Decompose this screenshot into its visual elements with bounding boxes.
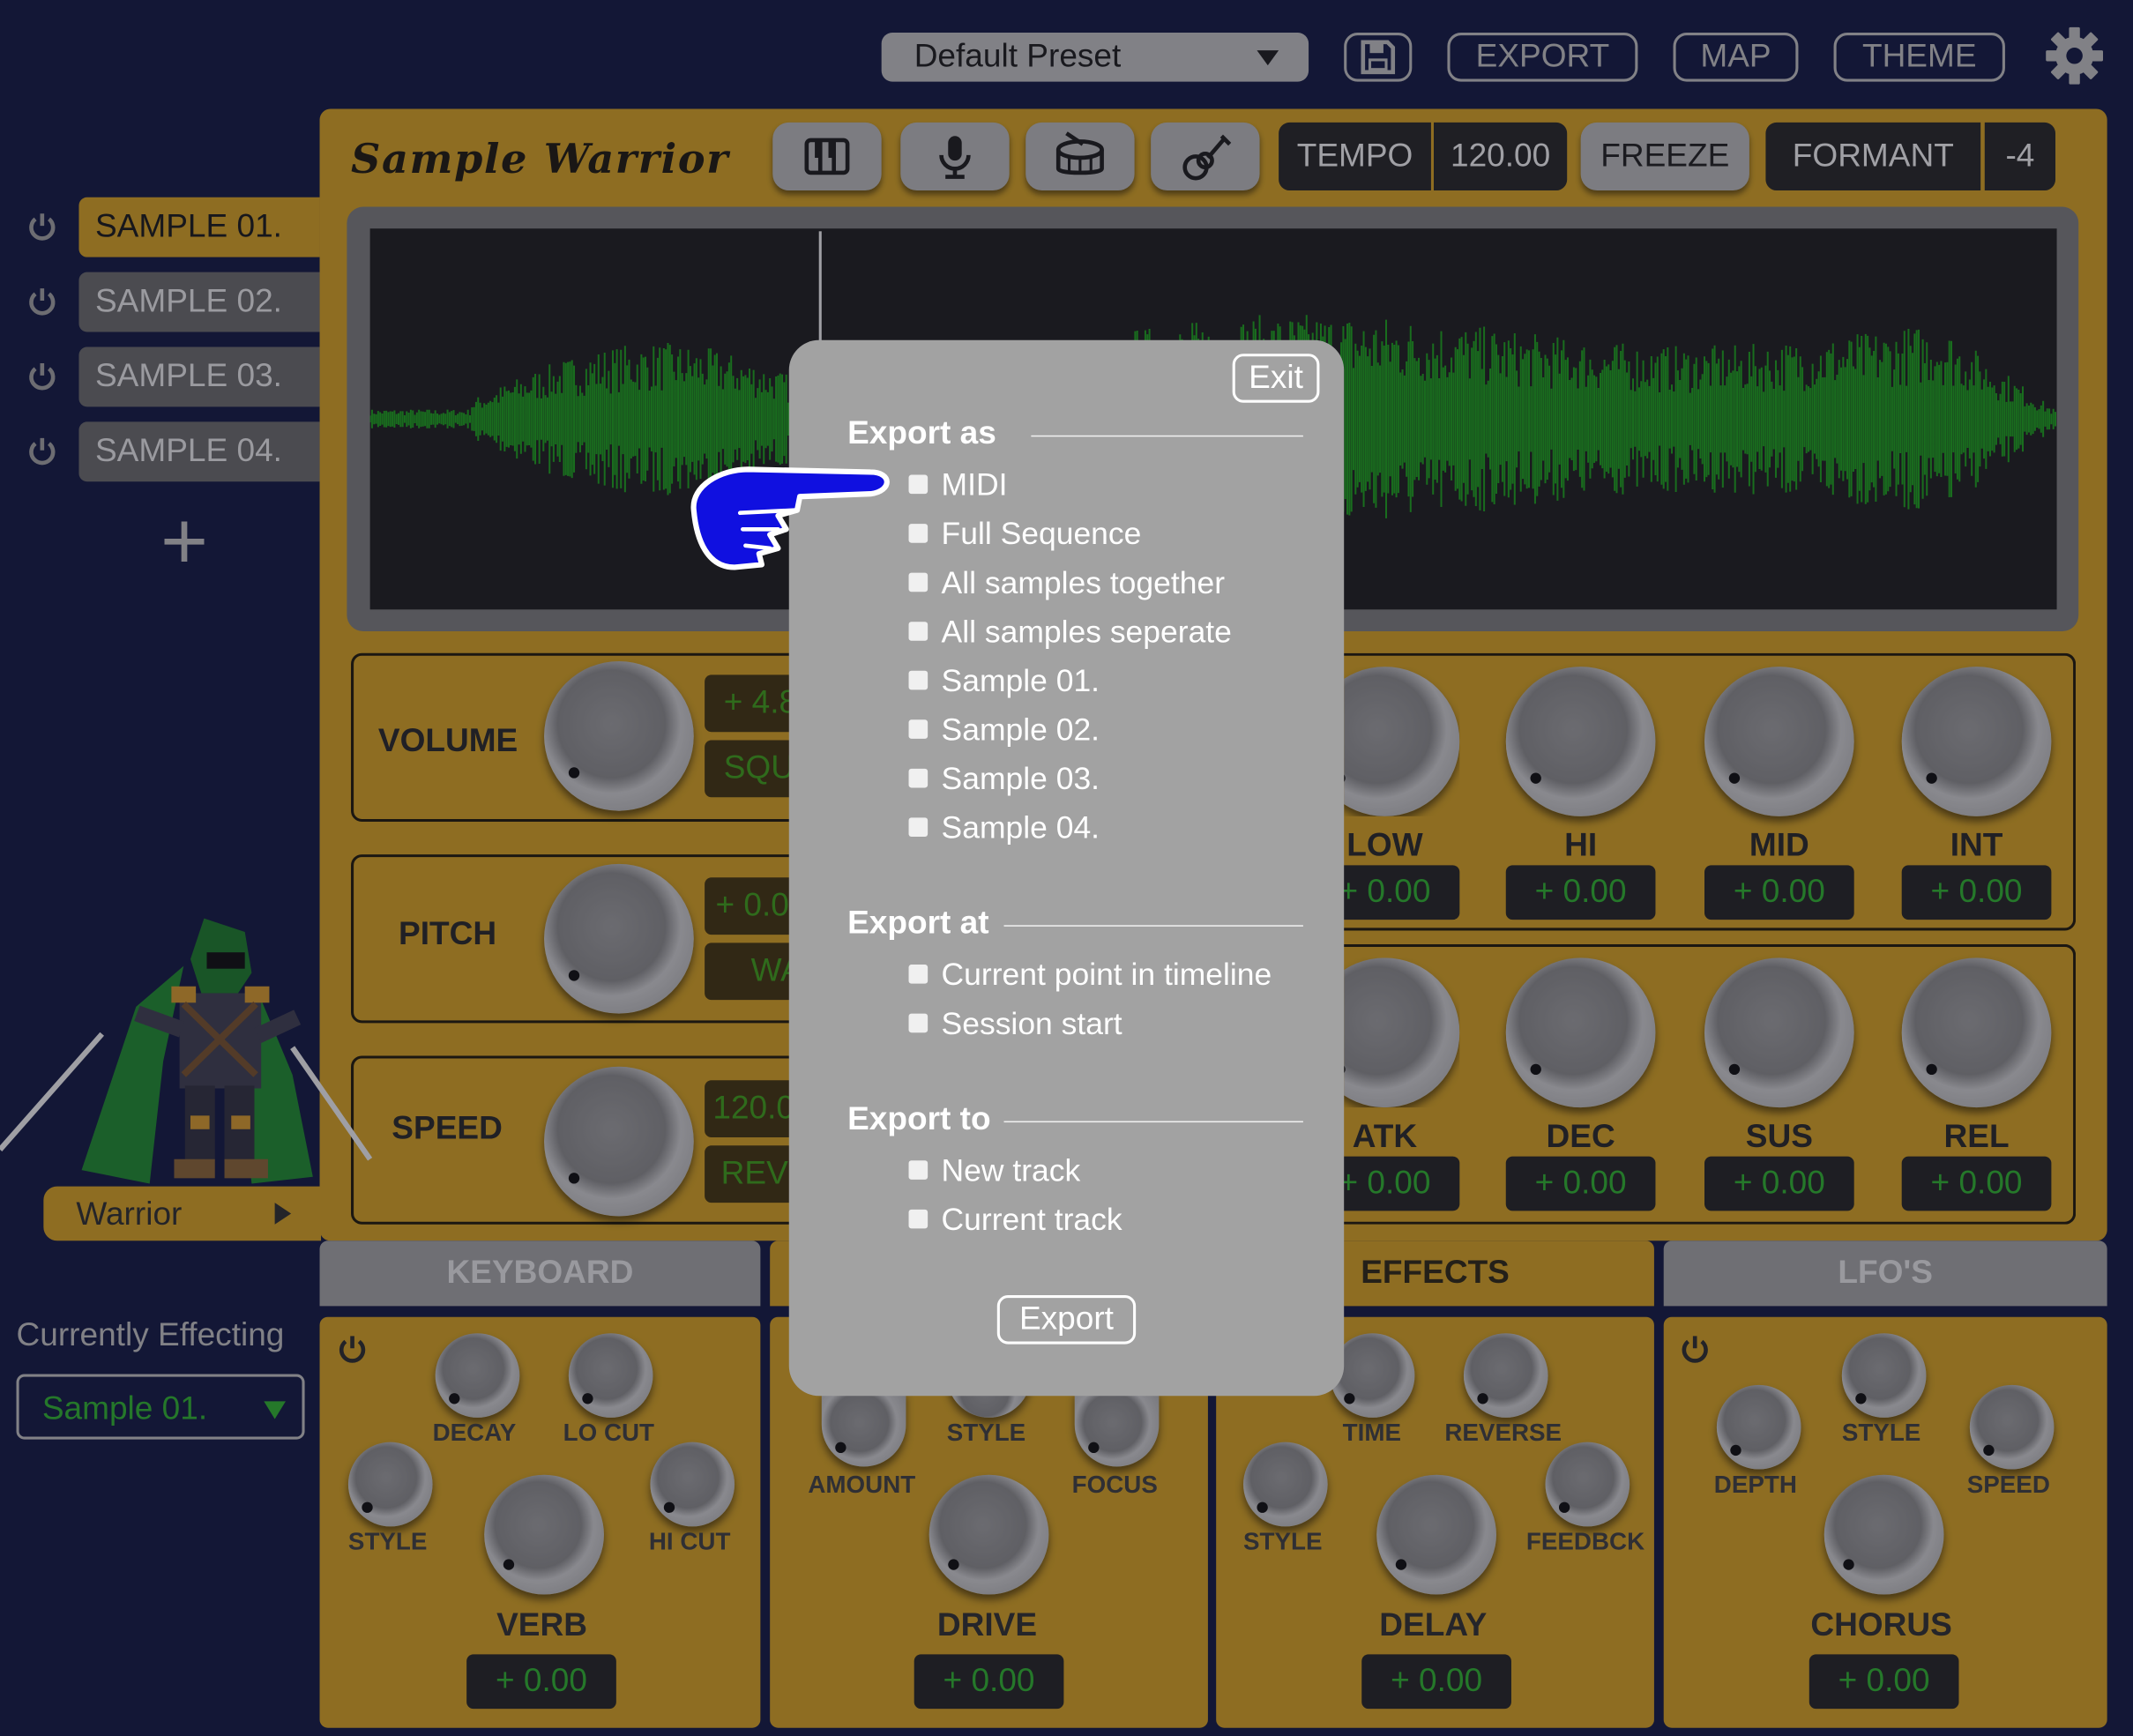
checkbox[interactable] [908,670,929,690]
checkbox[interactable] [908,523,929,543]
checkbox[interactable] [908,964,929,984]
pointing-hand-icon [690,466,890,570]
checkbox[interactable] [908,817,929,837]
option-all-separate[interactable]: All samples seperate [908,612,1232,661]
option-midi[interactable]: MIDI [908,466,1232,515]
option-label: Sample 03. [941,760,1100,796]
checkbox[interactable] [908,719,929,739]
option-session-start[interactable]: Session start [908,1004,1272,1054]
option-sample-2[interactable]: Sample 02. [908,710,1232,759]
divider [1003,925,1303,927]
export-to-heading: Export to [847,1100,991,1138]
option-label: Full Sequence [941,515,1142,551]
export-to-list: New track Current track [908,1151,1122,1249]
checkbox[interactable] [908,572,929,592]
option-label: Current track [941,1201,1122,1237]
option-label: Sample 01. [941,662,1100,698]
export-as-list: MIDI Full Sequence All samples together … [908,466,1232,858]
option-new-track[interactable]: New track [908,1151,1122,1200]
option-sample-1[interactable]: Sample 01. [908,661,1232,711]
option-label: All samples together [941,564,1226,600]
exit-button[interactable]: Exit [1232,354,1320,403]
option-current-track[interactable]: Current track [908,1200,1122,1249]
checkbox[interactable] [908,768,929,788]
checkbox[interactable] [908,622,929,641]
export-at-list: Current point in timeline Session start [908,955,1272,1054]
option-label: Session start [941,1005,1122,1041]
checkbox[interactable] [908,474,929,495]
checkbox[interactable] [908,1209,929,1229]
checkbox[interactable] [908,1013,929,1033]
option-label: Sample 04. [941,809,1100,846]
option-full-sequence[interactable]: Full Sequence [908,514,1232,563]
option-sample-3[interactable]: Sample 03. [908,759,1232,808]
option-label: New track [941,1152,1081,1188]
export-as-heading: Export as [847,414,996,452]
checkbox[interactable] [908,1160,929,1180]
divider [1031,435,1303,437]
divider [1003,1121,1303,1123]
option-label: All samples seperate [941,613,1232,650]
option-all-together[interactable]: All samples together [908,563,1232,613]
option-current-point[interactable]: Current point in timeline [908,955,1272,1004]
export-at-heading: Export at [847,905,989,942]
option-sample-4[interactable]: Sample 04. [908,808,1232,858]
option-label: Sample 02. [941,712,1100,748]
option-label: Current point in timeline [941,956,1272,992]
option-label: MIDI [941,466,1008,503]
export-confirm-button[interactable]: Export [996,1295,1137,1345]
